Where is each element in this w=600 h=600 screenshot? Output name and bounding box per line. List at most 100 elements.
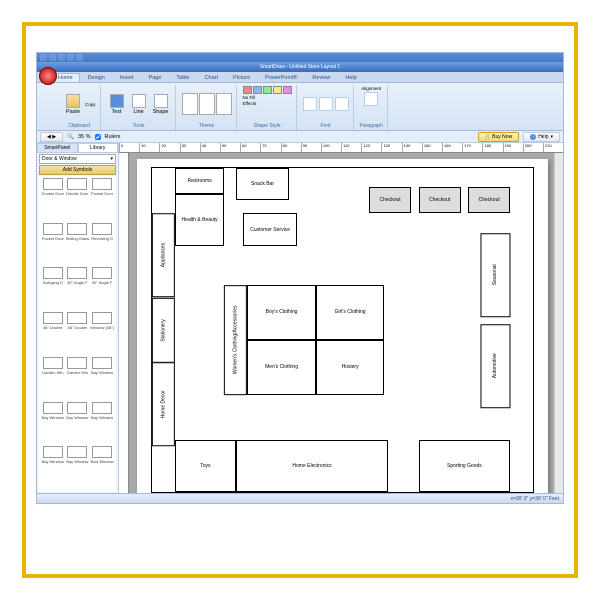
symbol-item[interactable]: 30° Angle F [66, 267, 90, 311]
symbol-label: Double Door [41, 191, 65, 196]
zoom-value[interactable]: 35 % [78, 134, 91, 140]
room-seasonal[interactable]: Seasonal [480, 233, 510, 317]
room-customer[interactable]: Customer Service [243, 213, 296, 245]
room-automotive[interactable]: Automotive [480, 324, 510, 408]
style-swatch[interactable] [243, 86, 252, 94]
zoom-icon[interactable]: 🔍 [67, 134, 74, 140]
font-color-button[interactable] [335, 97, 349, 111]
symbol-item[interactable]: Bay Window [90, 402, 114, 446]
symbol-item[interactable]: Swinging D [41, 267, 65, 311]
alignment-button[interactable]: Alignment [361, 86, 381, 91]
symbol-item[interactable]: Pocket Door [41, 223, 65, 267]
room-appliances[interactable]: Appliances [152, 213, 175, 297]
add-symbols-button[interactable]: Add Symbols [39, 165, 116, 175]
style-swatch[interactable] [263, 86, 272, 94]
effects-button[interactable]: Effects [243, 101, 257, 106]
room-snack[interactable]: Snack Bar [236, 168, 289, 200]
room-boys[interactable]: Boy's Clothing [247, 285, 316, 340]
align-button[interactable] [364, 92, 378, 106]
room-homedecor[interactable]: Home Decor [152, 362, 175, 446]
ruler-tick: 10 [139, 143, 159, 152]
entrance-door-icon [320, 167, 358, 170]
symbol-item[interactable]: Bow Window [90, 446, 114, 490]
room-health[interactable]: Health & Beauty [175, 194, 225, 246]
symbol-icon [67, 178, 87, 190]
theme-thumb[interactable] [216, 93, 232, 115]
room-womens[interactable]: Women's Clothing/Accessories [224, 285, 247, 395]
bold-button[interactable] [303, 97, 317, 111]
copy-button[interactable]: Copy [85, 102, 96, 107]
symbol-item[interactable]: Bay Window [90, 357, 114, 401]
symbol-item[interactable]: 48" Double [66, 312, 90, 356]
tab-powerpoint[interactable]: PowerPoint® [258, 73, 304, 82]
style-swatch[interactable] [253, 86, 262, 94]
room-checkout-3[interactable]: Checkout [468, 187, 510, 213]
buy-now-button[interactable]: 🛒 Buy Now [478, 132, 520, 142]
page: Restrooms Health & Beauty Snack Bar Cust… [137, 159, 548, 493]
style-swatch[interactable] [283, 86, 292, 94]
nofill-button[interactable]: No Fill [243, 95, 256, 100]
symbol-item[interactable]: 30° Angle F [90, 267, 114, 311]
room-mens[interactable]: Men's Clothing [247, 340, 316, 395]
app-orb-button[interactable] [39, 67, 57, 85]
symbols-tab[interactable]: ◀ ▶ [40, 132, 63, 142]
room-homeelec[interactable]: Home Electronics [236, 440, 388, 492]
tab-table[interactable]: Table [169, 73, 196, 82]
rulers-checkbox[interactable] [95, 134, 101, 140]
tab-picture[interactable]: Picture [226, 73, 257, 82]
symbol-label: Bay Window [66, 459, 90, 464]
qat-redo-icon[interactable] [58, 54, 65, 61]
tab-page[interactable]: Page [142, 73, 169, 82]
tab-chart[interactable]: Chart [198, 73, 225, 82]
symbol-icon [43, 223, 63, 235]
qat-save-icon[interactable] [40, 54, 47, 61]
italic-button[interactable] [319, 97, 333, 111]
tab-insert[interactable]: Insert [113, 73, 141, 82]
symbol-icon [43, 357, 63, 369]
group-paragraph: Paragraph [360, 122, 383, 130]
library-tab[interactable]: Library [78, 143, 119, 153]
room-stationery[interactable]: Stationery [152, 298, 175, 363]
qat-print-icon[interactable] [67, 54, 74, 61]
tab-review[interactable]: Review [305, 73, 337, 82]
qat-undo-icon[interactable] [49, 54, 56, 61]
room-hosiery[interactable]: Hosiery [316, 340, 385, 395]
room-sporting[interactable]: Sporting Goods [419, 440, 510, 492]
smartpanel-tab[interactable]: SmartPanel [37, 143, 78, 153]
symbol-item[interactable]: Bay Window [41, 446, 65, 490]
room-restrooms[interactable]: Restrooms [175, 168, 225, 194]
room-checkout-1[interactable]: Checkout [369, 187, 411, 213]
ruler-tick: 200 [523, 143, 543, 152]
room-girls[interactable]: Girl's Clothing [316, 285, 385, 340]
help-button[interactable]: ? Help ▾ [523, 132, 560, 142]
symbol-item[interactable]: 48" Double [41, 312, 65, 356]
paste-button[interactable]: Paste [63, 87, 83, 121]
line-tool-button[interactable]: Line [129, 87, 149, 121]
room-toys[interactable]: Toys [175, 440, 236, 492]
tab-help[interactable]: Help [338, 73, 363, 82]
symbol-item[interactable]: Window (36") [90, 312, 114, 356]
room-checkout-2[interactable]: Checkout [419, 187, 461, 213]
symbol-item[interactable]: Double Door [41, 178, 65, 222]
qat-new-icon[interactable] [76, 54, 83, 61]
theme-thumb[interactable] [182, 93, 198, 115]
symbol-item[interactable]: Bay Window [66, 446, 90, 490]
vertical-scrollbar[interactable] [554, 153, 563, 493]
library-category-select[interactable]: Door & Window▾ [39, 154, 116, 164]
symbol-item[interactable]: Pocket Door [90, 178, 114, 222]
theme-thumb[interactable] [199, 93, 215, 115]
text-tool-button[interactable]: Text [107, 87, 127, 121]
symbol-item[interactable]: Double Door [66, 178, 90, 222]
symbol-item[interactable]: Garden Win [41, 357, 65, 401]
tab-design[interactable]: Design [81, 73, 112, 82]
symbol-item[interactable]: Sliding Glass [66, 223, 90, 267]
style-swatch[interactable] [273, 86, 282, 94]
symbol-label: Revolving D [90, 236, 114, 241]
symbol-item[interactable]: Bay Window [66, 402, 90, 446]
symbol-item[interactable]: Garden Win [66, 357, 90, 401]
shape-tool-button[interactable]: Shape [151, 87, 171, 121]
coords-readout: x=30' 0" y=30' 0" Feet [510, 496, 559, 502]
canvas[interactable]: Restrooms Health & Beauty Snack Bar Cust… [129, 153, 554, 493]
symbol-item[interactable]: Revolving D [90, 223, 114, 267]
symbol-item[interactable]: Bay Window [41, 402, 65, 446]
